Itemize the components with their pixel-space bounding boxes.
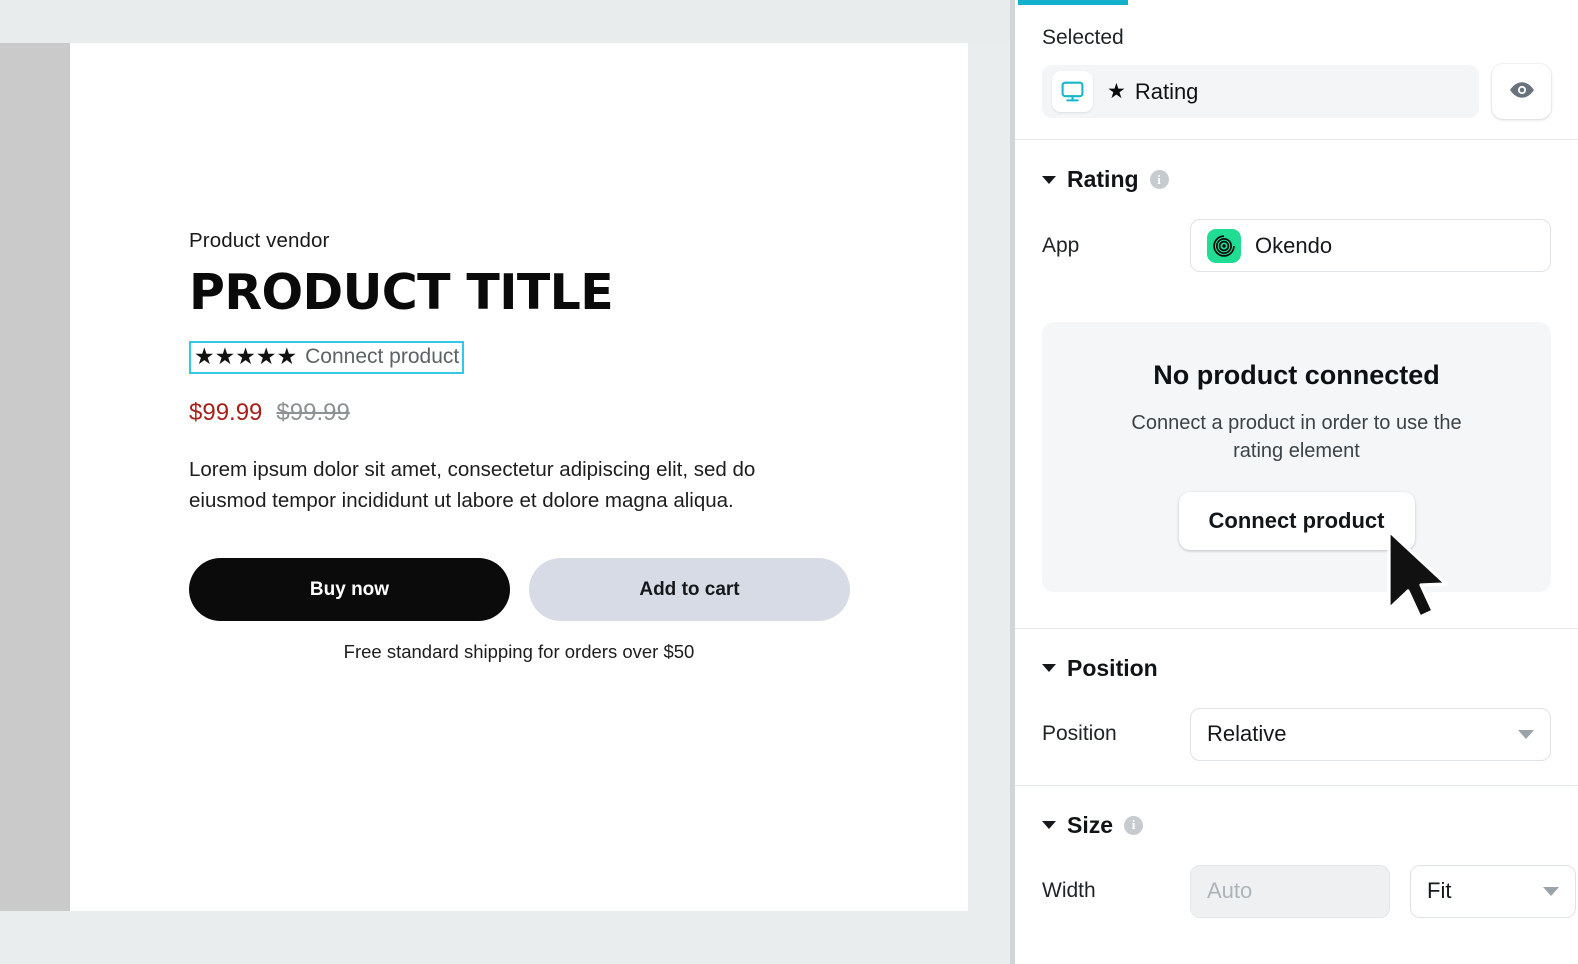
size-section: Size i Width Fit [1015, 786, 1578, 942]
app-select[interactable]: Okendo [1190, 219, 1551, 272]
position-section: Position Position Relative [1015, 629, 1578, 785]
position-section-title: Position [1067, 654, 1158, 681]
price-row: $99.99 $99.99 [189, 399, 909, 427]
rating-section-title: Rating [1067, 166, 1139, 192]
app-label: App [1042, 233, 1080, 257]
width-input[interactable] [1190, 864, 1390, 918]
width-mode-select[interactable]: Fit [1410, 864, 1576, 918]
info-icon[interactable]: i [1124, 815, 1144, 835]
product-block: Product vendor PRODUCT TITLE ★★★★★ Conne… [189, 229, 909, 663]
canvas-topbar [0, 0, 1014, 43]
eye-icon [1508, 76, 1536, 107]
inspector-panel: Selected ★ Rating Rating i App Okendo No… [1015, 0, 1578, 964]
buy-now-button[interactable]: Buy now [189, 558, 510, 622]
app-root: Product vendor PRODUCT TITLE ★★★★★ Conne… [0, 0, 1578, 964]
star-rating-icon: ★★★★★ [194, 343, 298, 370]
product-page-preview[interactable]: Product vendor PRODUCT TITLE ★★★★★ Conne… [70, 43, 968, 911]
rating-section-header[interactable]: Rating i [1042, 166, 1551, 193]
chevron-down-icon [1518, 729, 1534, 739]
canvas-left-gutter [0, 43, 70, 911]
chevron-down-icon[interactable] [1042, 664, 1056, 673]
empty-state-subtitle: Connect a product in order to use the ra… [1131, 412, 1462, 463]
info-icon[interactable]: i [1149, 170, 1169, 189]
rating-section: Rating i App Okendo [1015, 140, 1578, 296]
size-section-header[interactable]: Size i [1042, 812, 1551, 839]
selected-element-name-group: ★ Rating [1107, 79, 1198, 105]
selected-element-row: ★ Rating [1015, 50, 1578, 139]
product-title: PRODUCT TITLE [189, 264, 614, 321]
position-select[interactable]: Relative [1190, 707, 1551, 761]
chevron-down-icon[interactable] [1042, 821, 1056, 830]
product-actions: Buy now Add to cart [189, 558, 909, 622]
position-section-header[interactable]: Position [1042, 655, 1551, 682]
position-label: Position [1042, 722, 1117, 746]
width-field-row: Width Fit [1042, 864, 1576, 918]
chevron-down-icon [1543, 886, 1559, 896]
app-select-value: Okendo [1255, 232, 1333, 258]
add-to-cart-button[interactable]: Add to cart [529, 558, 850, 622]
position-select-value: Relative [1207, 721, 1287, 747]
selected-element-chip[interactable]: ★ Rating [1042, 65, 1479, 118]
chevron-down-icon[interactable] [1042, 175, 1056, 184]
rating-element-selected[interactable]: ★★★★★ Connect product [189, 340, 465, 374]
rating-connect-product-text[interactable]: Connect product [305, 345, 459, 369]
canvas-area: Product vendor PRODUCT TITLE ★★★★★ Conne… [0, 0, 1015, 964]
connect-product-button[interactable]: Connect product [1178, 491, 1415, 550]
empty-state-title: No product connected [1153, 360, 1440, 390]
okendo-icon [1207, 228, 1241, 263]
star-icon: ★ [1107, 80, 1126, 103]
toggle-visibility-button[interactable] [1492, 64, 1551, 119]
product-vendor: Product vendor [189, 229, 330, 252]
sale-price: $99.99 [189, 398, 263, 426]
product-description: Lorem ipsum dolor sit amet, consectetur … [189, 457, 756, 513]
compare-at-price: $99.99 [276, 398, 350, 426]
position-field-row: Position Relative [1042, 707, 1551, 761]
app-field-row: App Okendo [1042, 219, 1551, 272]
size-section-title: Size [1067, 811, 1114, 838]
selected-label: Selected [1042, 26, 1124, 49]
width-mode-value: Fit [1427, 878, 1452, 904]
width-label: Width [1042, 879, 1096, 903]
monitor-icon [1052, 71, 1093, 112]
no-product-connected-card: No product connected Connect a product i… [1042, 322, 1551, 592]
shipping-note: Free standard shipping for orders over $… [343, 641, 695, 663]
selected-element-name: Rating [1134, 78, 1199, 104]
